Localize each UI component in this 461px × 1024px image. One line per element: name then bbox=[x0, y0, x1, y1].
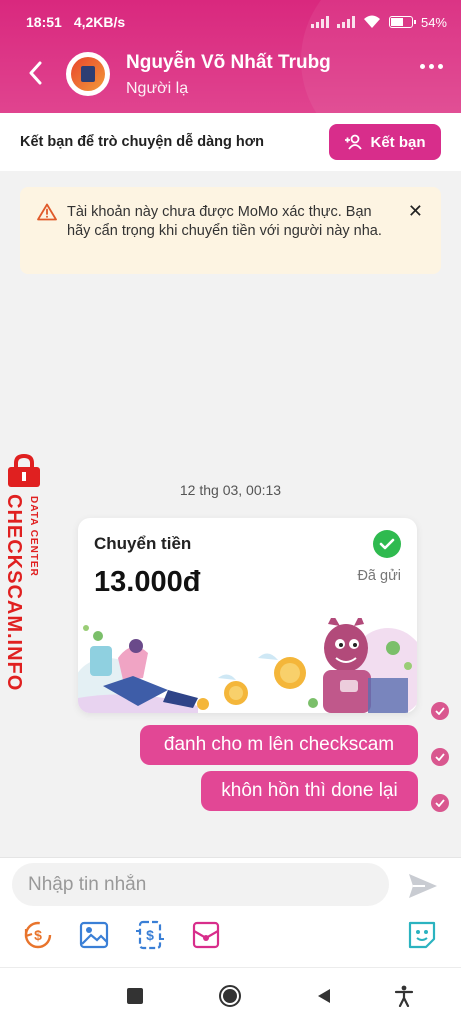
svg-text:$: $ bbox=[146, 927, 154, 943]
message-text: đanh cho m lên checkscam bbox=[163, 734, 395, 755]
sticker-icon[interactable] bbox=[406, 919, 438, 951]
message-input[interactable] bbox=[12, 863, 389, 906]
square-icon bbox=[127, 988, 143, 1004]
warning-text: Tài khoản này chưa được MoMo xác thực. B… bbox=[67, 204, 382, 239]
gift-envelope-icon[interactable] bbox=[190, 919, 222, 951]
chat-timestamp: 12 thg 03, 00:13 bbox=[179, 482, 282, 498]
circle-icon bbox=[219, 985, 241, 1007]
contact-avatar[interactable] bbox=[66, 52, 110, 96]
message-bubble[interactable]: đanh cho m lên checkscam bbox=[140, 725, 418, 765]
home-button[interactable] bbox=[217, 983, 243, 1009]
battery-percent: 54% bbox=[420, 14, 447, 30]
message-bubble[interactable]: khôn hồn thì done lại bbox=[201, 771, 418, 811]
transfer-amount: 13.000đ bbox=[94, 566, 201, 598]
signal-icon bbox=[310, 16, 329, 28]
system-navigation-bar bbox=[0, 967, 461, 1024]
transfer-status: Đã gửi bbox=[357, 568, 401, 584]
watermark-tagline: DATA CENTER bbox=[28, 496, 39, 577]
read-receipt-icon bbox=[431, 748, 449, 766]
add-friend-label: Kết bạn bbox=[370, 133, 426, 151]
transfer-card[interactable]: Chuyển tiền 13.000đ Đã gửi bbox=[78, 518, 417, 713]
svg-text:$: $ bbox=[34, 927, 42, 943]
check-icon bbox=[373, 530, 401, 558]
back-nav-button[interactable] bbox=[311, 983, 337, 1009]
status-bar: 18:51 4,2KB/s 54% bbox=[0, 0, 461, 44]
close-icon[interactable]: ✕ bbox=[408, 202, 423, 221]
contact-status: Người lạ bbox=[126, 80, 189, 97]
accessibility-icon bbox=[394, 985, 414, 1007]
watermark-brand: CHECKSCAM.INFO bbox=[3, 494, 25, 692]
chat-header: 18:51 4,2KB/s 54% Nguyễn Võ Nhất Trubg N… bbox=[0, 0, 461, 113]
message-text: khôn hồn thì done lại bbox=[221, 780, 398, 801]
money-transfer-icon[interactable]: $ bbox=[22, 919, 54, 951]
battery-icon bbox=[388, 16, 416, 28]
split-bill-icon[interactable]: $ bbox=[134, 919, 166, 951]
status-time: 18:51 bbox=[26, 14, 62, 30]
read-receipt-icon bbox=[431, 702, 449, 720]
read-receipt-icon bbox=[431, 794, 449, 812]
add-friend-prompt: Kết bạn để trò chuyện dễ dàng hơn bbox=[20, 134, 264, 150]
signal-icon-2 bbox=[336, 16, 355, 28]
warning-icon bbox=[37, 203, 57, 221]
send-icon[interactable] bbox=[407, 872, 439, 900]
wifi-icon bbox=[363, 15, 380, 28]
more-options-icon[interactable] bbox=[420, 64, 443, 69]
add-friend-button[interactable]: Kết bạn bbox=[329, 124, 441, 160]
image-icon[interactable] bbox=[78, 919, 110, 951]
add-friend-bar: Kết bạn để trò chuyện dễ dàng hơn Kết bạ… bbox=[0, 113, 461, 171]
verification-warning: Tài khoản này chưa được MoMo xác thực. B… bbox=[20, 187, 441, 274]
chevron-left-icon bbox=[29, 61, 42, 85]
accessibility-button[interactable] bbox=[391, 983, 417, 1009]
back-button[interactable] bbox=[20, 58, 50, 88]
transfer-illustration bbox=[78, 618, 417, 713]
add-user-icon bbox=[345, 134, 363, 150]
transfer-title: Chuyển tiền bbox=[94, 534, 192, 553]
recent-apps-button[interactable] bbox=[122, 983, 148, 1009]
status-network-speed: 4,2KB/s bbox=[73, 14, 126, 30]
triangle-left-icon bbox=[318, 989, 330, 1003]
contact-name[interactable]: Nguyễn Võ Nhất Trubg bbox=[126, 52, 331, 74]
composer: $ $ bbox=[0, 857, 461, 967]
